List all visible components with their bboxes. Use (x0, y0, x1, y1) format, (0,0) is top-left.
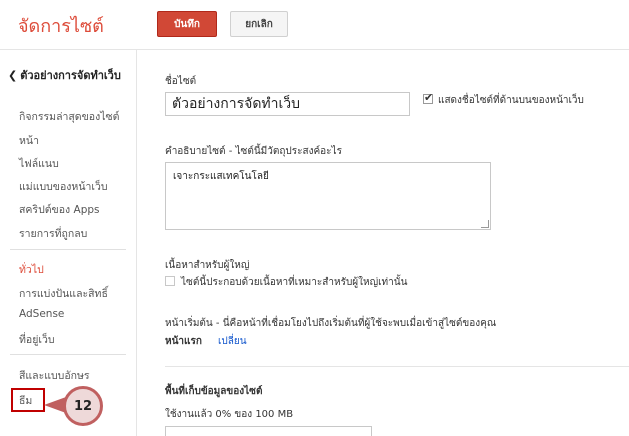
chevron-left-icon: ❮ (8, 68, 18, 82)
step-callout: 12 (63, 386, 103, 426)
site-name-input[interactable]: ตัวอย่างการจัดทำเว็บ (165, 92, 410, 116)
sidebar-item-apps-script[interactable]: สคริปต์ของ Apps (19, 201, 100, 218)
themes-highlight-box (11, 388, 45, 412)
top-bar: จัดการไซต์ บันทึก ยกเลิก (0, 0, 629, 50)
description-label: คำอธิบายไซต์ - ไซต์นี้มีวัตถุประสงค์อะไร (165, 146, 342, 157)
sidebar-divider (10, 354, 126, 355)
sidebar-item-page-templates[interactable]: แม่แบบของหน้าเว็บ (19, 178, 108, 195)
site-name-label: ชื่อไซต์ (165, 76, 197, 87)
storage-usage-text: ใช้งานแล้ว 0% ของ 100 MB (165, 409, 294, 420)
mature-content-checkbox-label: ไซต์นี้ประกอบด้วยเนื้อหาที่เหมาะสำหรับผู… (181, 277, 408, 288)
resize-handle-icon[interactable] (481, 220, 489, 228)
sidebar-item-general[interactable]: ทั่วไป (19, 261, 44, 278)
sidebar-item-deleted-items[interactable]: รายการที่ถูกลบ (19, 225, 87, 242)
sidebar-item-web-address[interactable]: ที่อยู่เว็บ (19, 331, 55, 348)
cancel-button[interactable]: ยกเลิก (230, 11, 288, 37)
sidebar-divider (10, 249, 126, 250)
storage-usage-bar (165, 426, 372, 436)
save-button[interactable]: บันทึก (157, 11, 217, 37)
page-title: จัดการไซต์ (18, 16, 104, 37)
back-to-site-link[interactable]: ❮ ตัวอย่างการจัดทำเว็บ (8, 66, 121, 84)
sidebar-item-adsense[interactable]: AdSense (19, 308, 64, 320)
sidebar-item-colors-fonts[interactable]: สีและแบบอักษร (19, 367, 90, 384)
site-description-text: เจาะกระแสเทคโนโลยี (173, 171, 269, 182)
sidebar-item-attachments[interactable]: ไฟล์แนบ (19, 155, 59, 172)
show-site-name-checkbox[interactable] (423, 91, 433, 104)
landing-page-value: หน้าแรก (165, 336, 202, 347)
show-site-name-label: แสดงชื่อไซต์ที่ด้านบนของหน้าเว็บ (438, 95, 584, 106)
site-storage-label: พื้นที่เก็บข้อมูลของไซต์ (165, 386, 263, 397)
sidebar-item-pages[interactable]: หน้า (19, 132, 39, 149)
sidebar: ❮ ตัวอย่างการจัดทำเว็บ กิจกรรมล่าสุดของไ… (0, 50, 136, 436)
landing-page-label: หน้าเริ่มต้น - นี่คือหน้าที่เชื่อมโยงไปถ… (165, 318, 497, 329)
back-link-label: ตัวอย่างการจัดทำเว็บ (20, 69, 121, 82)
mature-content-checkbox[interactable] (165, 276, 175, 286)
sidebar-item-sharing[interactable]: การแบ่งปันและสิทธิ์ (19, 285, 108, 302)
general-settings-panel: ชื่อไซต์ ตัวอย่างการจัดทำเว็บ แสดงชื่อไซ… (137, 50, 629, 436)
site-description-textarea[interactable]: เจาะกระแสเทคโนโลยี (165, 162, 491, 230)
section-divider (165, 366, 629, 367)
change-landing-page-link[interactable]: เปลี่ยน (218, 334, 247, 349)
sidebar-item-recent-activity[interactable]: กิจกรรมล่าสุดของไซต์ (19, 108, 119, 125)
mature-content-label: เนื้อหาสำหรับผู้ใหญ่ (165, 260, 250, 271)
